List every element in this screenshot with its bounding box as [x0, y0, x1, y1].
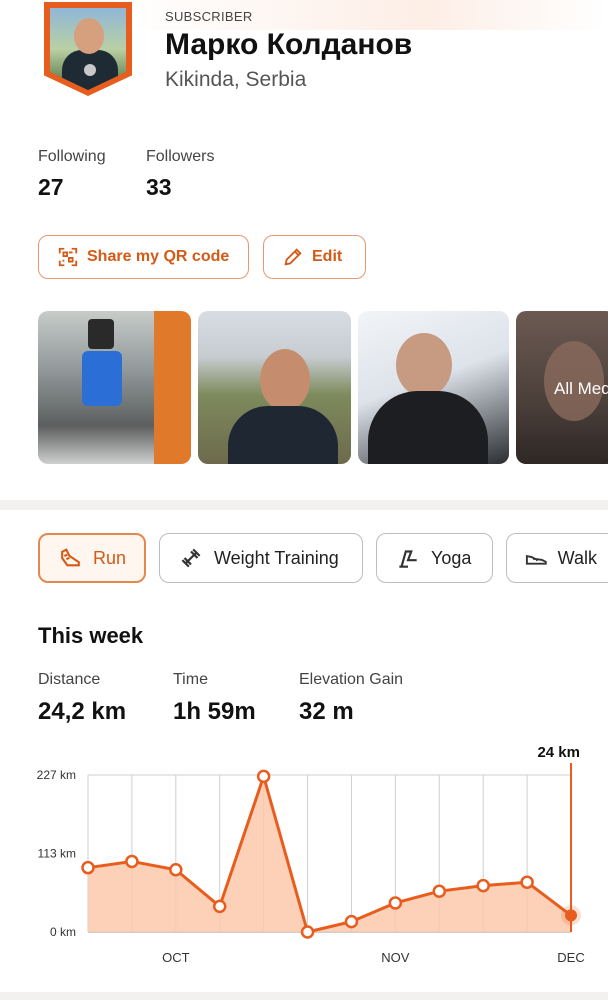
area-fill — [88, 776, 571, 932]
y-tick-label: 227 km — [37, 768, 76, 782]
data-point — [432, 884, 447, 898]
following-count[interactable]: 27 — [38, 174, 64, 201]
followers-label[interactable]: Followers — [146, 148, 214, 166]
tab-walk-label: Walk — [557, 547, 597, 568]
data-point — [344, 914, 359, 929]
all-media-tile[interactable]: All Med — [516, 311, 608, 464]
avatar[interactable] — [44, 2, 132, 96]
data-point — [212, 899, 227, 914]
y-tick-label: 0 km — [50, 925, 76, 939]
time-value: 1h 59m — [173, 698, 256, 725]
data-point — [125, 854, 139, 869]
section-divider — [0, 500, 608, 510]
subscriber-badge: SUBSCRIBER — [165, 9, 253, 24]
yoga-icon — [399, 550, 417, 568]
time-label: Time — [173, 671, 208, 688]
tab-run-label: Run — [92, 547, 126, 568]
weekly-distance-chart[interactable]: 0 km 113 km 227 km 24 km OCT NOV DEC — [0, 735, 608, 975]
gallery-photo[interactable] — [358, 311, 509, 464]
avatar-photo — [50, 8, 126, 90]
data-point — [81, 860, 95, 875]
x-tick-label: NOV — [381, 950, 410, 965]
qr-code-icon — [58, 247, 78, 267]
y-tick-label: 113 km — [38, 847, 76, 861]
data-point — [169, 863, 183, 877]
profile-name: Марко Колданов — [165, 28, 413, 61]
x-tick-label: OCT — [162, 950, 190, 965]
tab-walk[interactable]: Walk — [506, 533, 608, 583]
data-point — [476, 878, 490, 893]
data-point — [565, 909, 577, 922]
profile-location: Kikinda, Serbia — [165, 68, 307, 91]
pencil-icon — [284, 248, 302, 266]
share-qr-label: Share my QR code — [87, 248, 230, 265]
data-point — [388, 896, 403, 910]
gallery-photo[interactable] — [198, 311, 351, 464]
tab-weight-training[interactable]: Weight Training — [159, 533, 363, 583]
distance-label: Distance — [38, 671, 101, 688]
tab-yoga-label: Yoga — [431, 547, 472, 568]
share-qr-button[interactable]: Share my QR code — [38, 235, 249, 279]
dumbbell-icon — [181, 548, 201, 568]
elevation-value: 32 m — [299, 698, 354, 725]
edit-button[interactable]: Edit — [263, 235, 366, 279]
all-media-label: All Med — [554, 379, 608, 398]
distance-value: 24,2 km — [38, 698, 127, 725]
highlight-value-label: 24 km — [537, 744, 580, 761]
tab-yoga[interactable]: Yoga — [376, 533, 493, 583]
running-shoe-icon — [61, 548, 80, 567]
elevation-label: Elevation Gain — [299, 671, 404, 688]
edit-label: Edit — [312, 248, 343, 265]
avatar-frame — [44, 2, 132, 96]
tab-run[interactable]: Run — [38, 533, 146, 583]
data-point — [256, 769, 271, 784]
data-point — [300, 925, 315, 939]
bottom-divider — [0, 992, 608, 1000]
following-label[interactable]: Following — [38, 148, 106, 166]
x-tick-label: DEC — [557, 950, 584, 965]
sneaker-icon — [525, 554, 547, 565]
week-title: This week — [38, 623, 144, 648]
gallery-photo[interactable] — [38, 311, 191, 464]
data-point — [520, 875, 534, 889]
followers-count[interactable]: 33 — [146, 174, 172, 201]
tab-weight-training-label: Weight Training — [214, 547, 339, 568]
